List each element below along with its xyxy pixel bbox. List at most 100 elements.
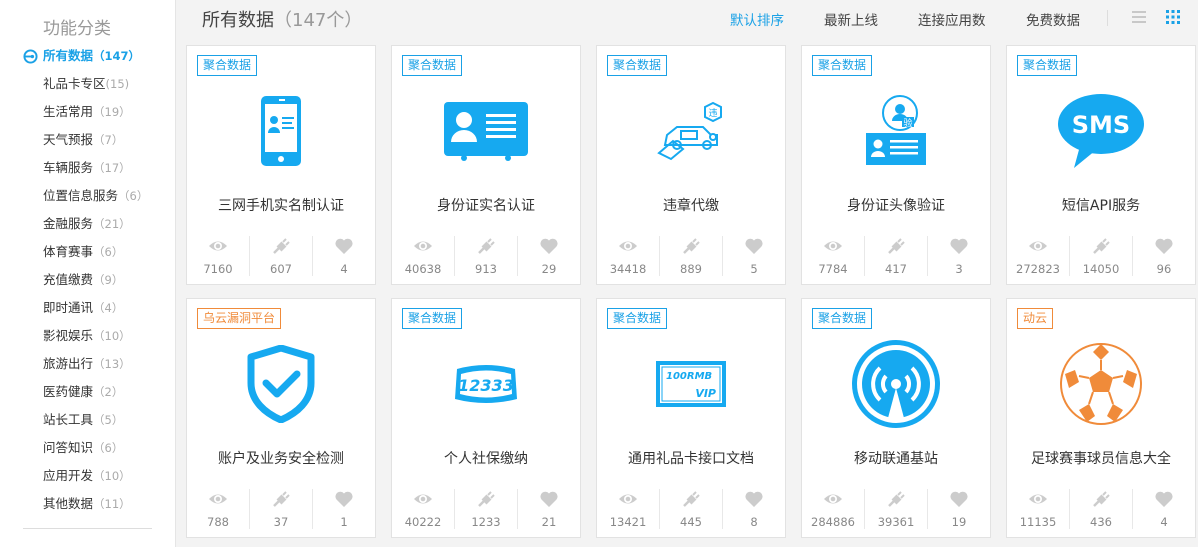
- data-card[interactable]: 乌云漏洞平台 账户及业务安全检测 788 37 1: [186, 298, 376, 538]
- card-title[interactable]: 账户及业务安全检测: [187, 448, 375, 468]
- views-count: 284886: [811, 515, 855, 529]
- card-title[interactable]: 通用礼品卡接口文档: [597, 448, 785, 468]
- likes-count: 19: [951, 515, 967, 529]
- sidebar-item[interactable]: 影视娱乐（10）: [0, 325, 176, 353]
- shield-check-icon[interactable]: [233, 345, 329, 423]
- likes-stat[interactable]: 19: [927, 489, 990, 529]
- card-title[interactable]: 三网手机实名制认证: [187, 195, 375, 215]
- heart-icon[interactable]: [518, 489, 580, 509]
- apps-stat: 37: [249, 489, 312, 529]
- sidebar-item[interactable]: 生活常用（19）: [0, 101, 176, 129]
- data-card[interactable]: 聚合数据 SMS 短信API服务 272823 14050 96: [1006, 45, 1196, 285]
- sort-default-button[interactable]: 默认排序: [730, 9, 784, 29]
- car-violation-icon[interactable]: 违: [643, 92, 739, 170]
- likes-stat[interactable]: 5: [722, 236, 785, 276]
- face-verify-icon[interactable]: 验: [848, 92, 944, 170]
- likes-stat[interactable]: 3: [927, 236, 990, 276]
- heart-icon[interactable]: [313, 236, 375, 256]
- sidebar-item-label: 旅游出行: [43, 356, 94, 371]
- views-stat: 788: [187, 489, 249, 529]
- sidebar-item[interactable]: 即时通讯（4）: [0, 297, 176, 325]
- card-title[interactable]: 个人社保缴纳: [392, 448, 580, 468]
- data-card[interactable]: 动云 足球赛事球员信息大全 11135 436 4: [1006, 298, 1196, 538]
- data-card[interactable]: 聚合数据 三网手机实名制认证 7160 607 4: [186, 45, 376, 285]
- provider-tag[interactable]: 聚合数据: [812, 55, 873, 76]
- card-title[interactable]: 违章代缴: [597, 195, 785, 215]
- provider-tag[interactable]: 聚合数据: [1017, 55, 1078, 76]
- provider-tag[interactable]: 聚合数据: [402, 55, 463, 76]
- provider-tag[interactable]: 聚合数据: [812, 308, 873, 329]
- views-count: 7784: [818, 262, 848, 276]
- provider-tag[interactable]: 聚合数据: [402, 308, 463, 329]
- data-card[interactable]: 聚合数据 违 违章代缴 34418 889 5: [596, 45, 786, 285]
- likes-stat[interactable]: 8: [722, 489, 785, 529]
- sort-newest-button[interactable]: 最新上线: [824, 9, 878, 29]
- data-card[interactable]: 聚合数据 12333 个人社保缴纳 40222 1233 21: [391, 298, 581, 538]
- grid-view-icon[interactable]: [1165, 9, 1181, 25]
- card-stats: 11135 436 4: [1007, 489, 1195, 529]
- apps-count: 417: [885, 262, 907, 276]
- eye-icon: [1007, 489, 1069, 509]
- id-card-icon[interactable]: [438, 92, 534, 170]
- likes-count: 4: [340, 262, 348, 276]
- sidebar-item[interactable]: 站长工具（5）: [0, 409, 176, 437]
- likes-stat[interactable]: 96: [1132, 236, 1195, 276]
- card-title[interactable]: 短信API服务: [1007, 195, 1195, 215]
- heart-icon[interactable]: [723, 489, 785, 509]
- apps-count: 913: [475, 262, 497, 276]
- heart-icon[interactable]: [1133, 236, 1195, 256]
- sidebar-item[interactable]: 旅游出行（13）: [0, 353, 176, 381]
- sidebar-item[interactable]: 体育赛事（6）: [0, 241, 176, 269]
- provider-tag[interactable]: 聚合数据: [607, 55, 668, 76]
- mobile-id-icon[interactable]: [233, 92, 329, 170]
- likes-stat[interactable]: 4: [312, 236, 375, 276]
- sort-free-button[interactable]: 免费数据: [1026, 9, 1080, 29]
- views-stat: 272823: [1007, 236, 1069, 276]
- provider-tag[interactable]: 动云: [1017, 308, 1054, 329]
- data-card[interactable]: 聚合数据 移动联通基站 284886 39361 19: [801, 298, 991, 538]
- card-title[interactable]: 移动联通基站: [802, 448, 990, 468]
- sidebar-item[interactable]: 所有数据（147）: [0, 45, 176, 73]
- heart-icon[interactable]: [723, 236, 785, 256]
- sidebar-item[interactable]: 充值缴费（9）: [0, 269, 176, 297]
- heart-icon[interactable]: [313, 489, 375, 509]
- sidebar-item[interactable]: 其他数据（11）: [0, 493, 176, 521]
- heart-icon[interactable]: [928, 489, 990, 509]
- sms-icon[interactable]: SMS: [1053, 92, 1149, 170]
- base-station-icon[interactable]: [848, 340, 944, 428]
- sidebar-item[interactable]: 天气预报（7）: [0, 129, 176, 157]
- heart-icon[interactable]: [1133, 489, 1195, 509]
- sort-apps-button[interactable]: 连接应用数: [918, 9, 986, 29]
- plug-icon: [865, 489, 927, 509]
- sidebar-item[interactable]: 医药健康（2）: [0, 381, 176, 409]
- sidebar-item[interactable]: 问答知识（6）: [0, 437, 176, 465]
- sidebar-item[interactable]: 礼品卡专区(15): [0, 73, 176, 101]
- likes-stat[interactable]: 21: [517, 489, 580, 529]
- provider-tag[interactable]: 聚合数据: [607, 308, 668, 329]
- sidebar-item[interactable]: 应用开发（10）: [0, 465, 176, 493]
- card-title[interactable]: 足球赛事球员信息大全: [1007, 448, 1195, 468]
- provider-tag[interactable]: 聚合数据: [197, 55, 258, 76]
- data-card[interactable]: 聚合数据 100RMB VIP 通用礼品卡接口文档 13421 445 8: [596, 298, 786, 538]
- heart-icon[interactable]: [518, 236, 580, 256]
- likes-count: 8: [750, 515, 758, 529]
- social-security-icon[interactable]: 12333: [438, 345, 534, 423]
- heart-icon[interactable]: [928, 236, 990, 256]
- page-title-text: 所有数据: [202, 10, 274, 31]
- football-icon[interactable]: [1053, 343, 1149, 425]
- sidebar-item[interactable]: 车辆服务（17）: [0, 157, 176, 185]
- likes-stat[interactable]: 4: [1132, 489, 1195, 529]
- likes-stat[interactable]: 29: [517, 236, 580, 276]
- sidebar-item[interactable]: 金融服务（21）: [0, 213, 176, 241]
- gift-card-icon[interactable]: 100RMB VIP: [643, 345, 739, 423]
- likes-stat[interactable]: 1: [312, 489, 375, 529]
- svg-text:SMS: SMS: [1072, 111, 1130, 139]
- provider-tag[interactable]: 乌云漏洞平台: [197, 308, 282, 329]
- card-title[interactable]: 身份证实名认证: [392, 195, 580, 215]
- list-view-icon[interactable]: [1131, 9, 1147, 25]
- sidebar-item[interactable]: 位置信息服务（6）: [0, 185, 176, 213]
- views-stat: 13421: [597, 489, 659, 529]
- data-card[interactable]: 聚合数据 验 身份证头像验证 7784 417 3: [801, 45, 991, 285]
- card-title[interactable]: 身份证头像验证: [802, 195, 990, 215]
- data-card[interactable]: 聚合数据 身份证实名认证 40638 913 29: [391, 45, 581, 285]
